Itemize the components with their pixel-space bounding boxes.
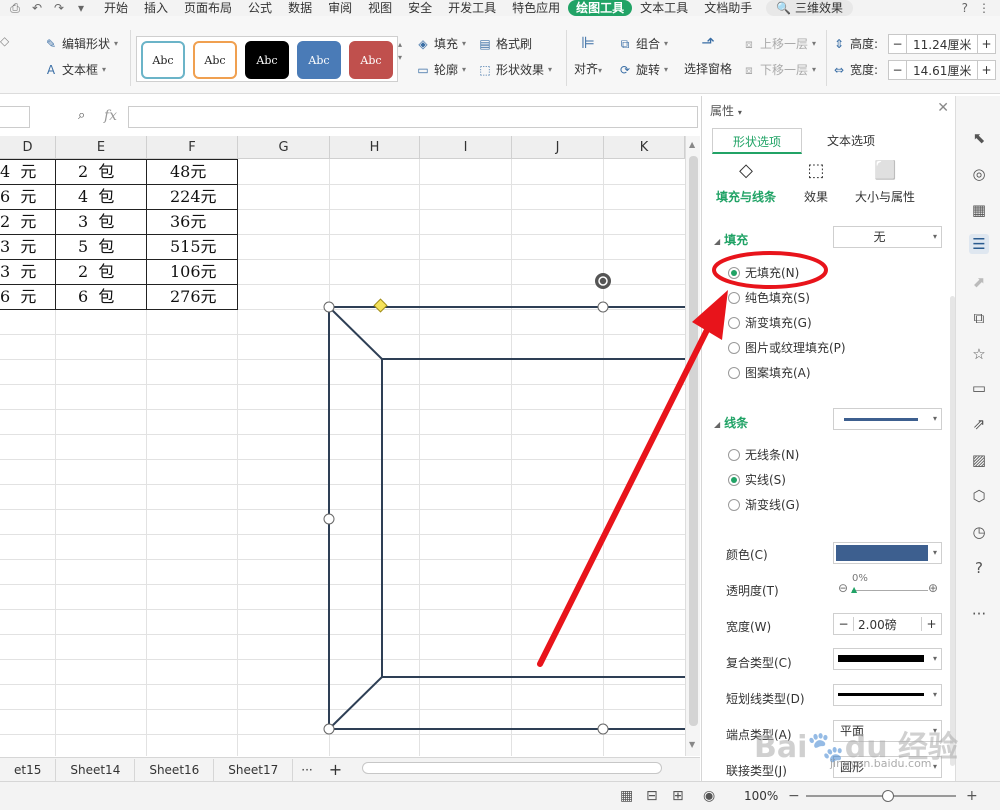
- red-arrow-head: [692, 290, 728, 340]
- watermark-url: jingyan.baidu.com: [830, 757, 932, 770]
- annotation-overlay: [537, 251, 828, 667]
- red-highlight-ellipse: [712, 251, 828, 289]
- red-arrow-shaft: [537, 317, 715, 667]
